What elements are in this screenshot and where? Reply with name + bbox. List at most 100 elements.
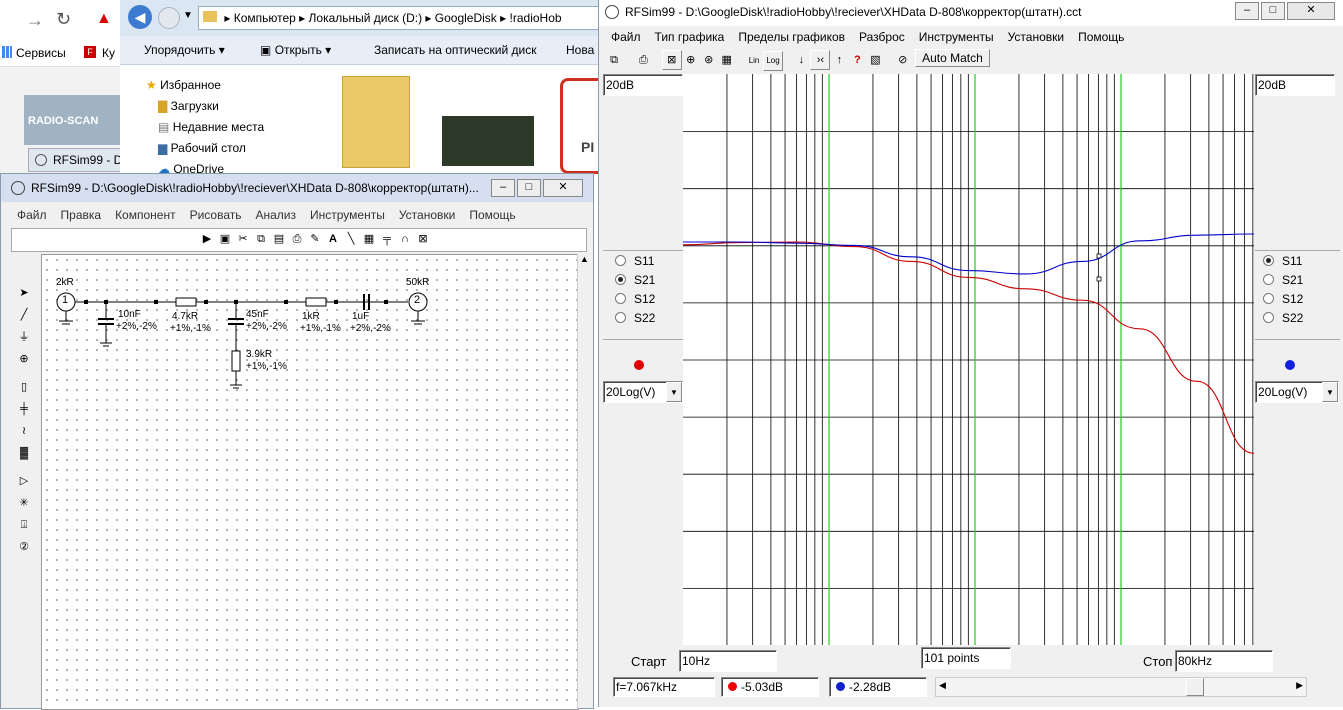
left-mode-select[interactable]: 20Log(V) ▼ xyxy=(603,381,683,403)
burn-button[interactable]: Записать на оптический диск xyxy=(374,36,537,64)
scroll-up-icon[interactable]: ▲ xyxy=(580,254,589,264)
right-radio-s22[interactable]: S22 xyxy=(1255,308,1340,327)
menu-graph-type[interactable]: Тип графика xyxy=(655,30,725,44)
resistor-icon[interactable]: ▯ xyxy=(15,378,33,396)
arrow-up-icon[interactable]: ↑ xyxy=(830,51,848,69)
port2-icon[interactable]: ② xyxy=(15,538,33,556)
menu-spread[interactable]: Разброс xyxy=(859,30,905,44)
left-scale-field[interactable]: 20dB xyxy=(603,74,683,96)
close-button[interactable]: ✕ xyxy=(543,179,583,197)
maximize-button[interactable]: □ xyxy=(1261,2,1285,20)
menu-tools[interactable]: Инструменты xyxy=(310,208,385,222)
lin-scale-icon[interactable]: Lin xyxy=(745,52,763,70)
stop-field[interactable]: 80kHz xyxy=(1175,650,1273,672)
line-icon[interactable]: ╲ xyxy=(342,230,360,248)
amplifier-icon[interactable]: ▷ xyxy=(15,472,33,490)
schematic-vscroll[interactable]: ▲ xyxy=(577,254,592,708)
save-icon[interactable]: ▣ xyxy=(216,230,234,248)
right-radio-s21[interactable]: S21 xyxy=(1255,270,1340,289)
history-dropdown-icon[interactable]: ▼ xyxy=(183,10,193,21)
menu-component[interactable]: Компонент xyxy=(115,208,176,222)
minimize-button[interactable]: – xyxy=(1235,2,1259,20)
ground-icon[interactable]: ⏚ xyxy=(15,328,33,346)
bookmark-ku[interactable]: Ку xyxy=(102,46,115,60)
folder-thumbnail[interactable] xyxy=(342,76,410,168)
minimize-button[interactable]: – xyxy=(491,179,515,197)
maximize-button[interactable]: □ xyxy=(517,179,541,197)
menu-analysis[interactable]: Анализ xyxy=(256,208,297,222)
menu-edit[interactable]: Правка xyxy=(61,208,102,222)
bookmark-services[interactable]: Сервисы xyxy=(16,46,66,60)
menu-file[interactable]: Файл xyxy=(611,30,641,44)
right-scale-field[interactable]: 20dB xyxy=(1255,74,1335,96)
start-field[interactable]: 10Hz xyxy=(679,650,777,672)
scroll-left-icon[interactable]: ◀ xyxy=(939,680,946,691)
magnet-icon[interactable]: ∩ xyxy=(396,230,414,248)
copy-graph-icon[interactable]: ⧉ xyxy=(605,51,623,69)
pen-icon[interactable]: ✎ xyxy=(306,230,324,248)
probe-icon[interactable]: ⊕ xyxy=(15,350,33,368)
crystal-icon[interactable]: ✳ xyxy=(15,494,33,512)
menu-settings[interactable]: Установки xyxy=(1008,30,1064,44)
copy-icon[interactable]: ⧉ xyxy=(252,230,270,248)
nav-downloads[interactable]: ▇ Загрузки xyxy=(158,99,219,113)
left-radio-s21[interactable]: S21 xyxy=(603,270,683,289)
arrow-down-icon[interactable]: ↓ xyxy=(792,51,810,69)
schematic-canvas[interactable]: 1 2kR 2 50kR 10nF +2%,-2% 4.7kR +1%,-1% … xyxy=(41,254,579,710)
text-icon[interactable]: A xyxy=(324,230,342,248)
left-radio-s12[interactable]: S12 xyxy=(603,289,683,308)
tune-icon[interactable]: ▧ xyxy=(866,51,884,69)
right-radio-s12[interactable]: S12 xyxy=(1255,289,1340,308)
close-button[interactable]: ✕ xyxy=(1287,2,1335,20)
forward-icon[interactable]: → xyxy=(26,10,44,31)
log-scale-icon[interactable]: Log xyxy=(763,51,784,71)
menu-help[interactable]: Помощь xyxy=(469,208,515,222)
breadcrumb-item[interactable]: Локальный диск (D:) xyxy=(309,11,423,25)
play-icon[interactable]: ▶ xyxy=(198,230,216,248)
smith-chart-icon[interactable]: ⊕ xyxy=(682,51,700,69)
transformer-icon[interactable]: ▓ xyxy=(15,444,33,462)
chevron-down-icon[interactable]: ▼ xyxy=(666,382,682,402)
pointer-icon[interactable]: ➤ xyxy=(15,284,33,302)
rect-plot-icon[interactable]: ⊠ xyxy=(661,50,682,70)
menu-graph-limits[interactable]: Пределы графиков xyxy=(738,30,845,44)
port1-icon[interactable]: ⍗ xyxy=(15,516,33,534)
points-field[interactable]: 101 points xyxy=(921,647,1011,669)
forward-button[interactable] xyxy=(158,7,180,29)
left-radio-s22[interactable]: S22 xyxy=(603,308,683,327)
back-button[interactable]: ◀ xyxy=(128,5,152,29)
right-radio-s11[interactable]: S11 xyxy=(1255,251,1340,270)
scroll-thumb[interactable] xyxy=(1186,678,1204,696)
cut-icon[interactable]: ✂ xyxy=(234,230,252,248)
menu-help[interactable]: Помощь xyxy=(1078,30,1124,44)
wire-icon[interactable]: ╱ xyxy=(15,306,33,324)
polar-chart-icon[interactable]: ⊛ xyxy=(700,51,718,69)
calculator-icon[interactable]: ▦ xyxy=(360,230,378,248)
rfsim-back-tab[interactable]: RFSim99 - D xyxy=(28,148,127,172)
right-mode-select[interactable]: 20Log(V) ▼ xyxy=(1255,381,1339,403)
match-icon[interactable]: ⊘ xyxy=(894,51,912,69)
menu-settings[interactable]: Установки xyxy=(399,208,455,222)
breadcrumb-item[interactable]: GoogleDisk xyxy=(435,11,497,25)
plot-area[interactable] xyxy=(683,74,1254,645)
open-button[interactable]: ▣ Открыть ▾ xyxy=(260,36,331,64)
breadcrumb[interactable]: ▸ Компьютер ▸ Локальный диск (D:) ▸ Goog… xyxy=(198,6,600,30)
left-radio-s11[interactable]: S11 xyxy=(603,251,683,270)
menu-tools[interactable]: Инструменты xyxy=(919,30,994,44)
scroll-right-icon[interactable]: ▶ xyxy=(1296,680,1303,691)
organize-button[interactable]: Упорядочить ▾ xyxy=(144,36,225,64)
new-folder-button[interactable]: Нова xyxy=(566,36,594,64)
breadcrumb-item[interactable]: !radioHob xyxy=(510,11,562,25)
image-thumbnail[interactable] xyxy=(442,116,534,166)
zoom-icon[interactable]: ⊠ xyxy=(414,230,432,248)
tool-icon[interactable]: ╤ xyxy=(378,230,396,248)
apps-icon[interactable] xyxy=(2,46,12,58)
reload-icon[interactable]: ↻ xyxy=(56,9,71,30)
compare-icon[interactable]: ›‹ xyxy=(810,50,831,70)
print-icon[interactable]: ⎙ xyxy=(634,51,652,69)
nav-recent[interactable]: ▤ Недавние места xyxy=(158,120,264,134)
help-icon[interactable]: ? xyxy=(848,51,866,69)
nav-favorites[interactable]: ★ Избранное xyxy=(146,78,221,92)
nav-desktop[interactable]: ▆ Рабочий стол xyxy=(158,141,246,155)
inductor-icon[interactable]: ≀ xyxy=(15,422,33,440)
